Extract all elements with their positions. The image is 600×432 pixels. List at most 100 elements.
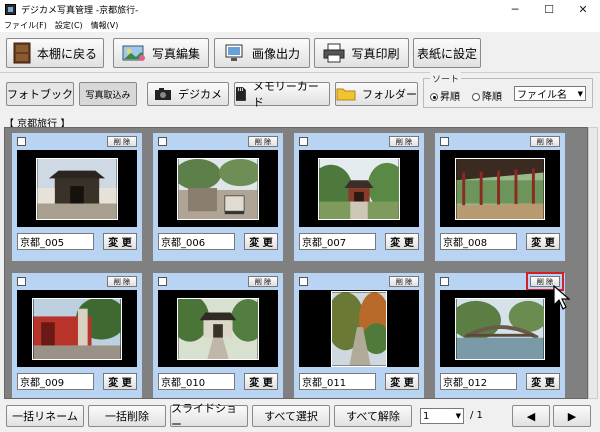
- delete-button[interactable]: 削 除: [107, 136, 137, 147]
- photo-name-field[interactable]: 京都_005: [17, 233, 94, 250]
- back-to-shelf-button[interactable]: 本棚に戻る: [6, 38, 104, 68]
- delete-button[interactable]: 削 除: [107, 276, 137, 287]
- bottom-toolbar: 一括リネーム 一括削除 スライドショー すべて選択 すべて解除 1 ▼ / 1 …: [0, 402, 600, 432]
- import-tab[interactable]: 写真取込み: [79, 82, 137, 106]
- main-toolbar: 本棚に戻る 写真編集 画像出力 写真印刷 表紙に設定: [0, 33, 600, 73]
- radio-selected-icon: [430, 93, 438, 101]
- photo-thumbnail[interactable]: [177, 297, 259, 360]
- photo-frame: [158, 290, 278, 367]
- photo-edit-label: 写真編集: [151, 46, 200, 61]
- photo-name-field[interactable]: 京都_010: [158, 373, 235, 390]
- photo-frame: [17, 290, 137, 367]
- sort-ascending-label: 昇順: [440, 92, 460, 103]
- rename-change-button[interactable]: 変 更: [103, 373, 137, 390]
- photo-card[interactable]: 削 除 京都_009 変 更: [12, 273, 142, 398]
- photo-thumbnail[interactable]: [331, 290, 387, 367]
- printer-icon: [323, 43, 345, 63]
- rename-change-button[interactable]: 変 更: [526, 233, 560, 250]
- sort-descending-radio[interactable]: 降順: [472, 88, 502, 103]
- bulk-delete-button[interactable]: 一括削除: [88, 405, 166, 427]
- next-page-button[interactable]: ▶: [553, 405, 591, 427]
- photo-checkbox[interactable]: [299, 137, 308, 146]
- delete-button[interactable]: 削 除: [530, 136, 560, 147]
- photo-checkbox[interactable]: [17, 277, 26, 286]
- set-cover-button[interactable]: 表紙に設定: [413, 38, 481, 68]
- chevron-down-icon: ▼: [577, 89, 583, 98]
- photo-frame: [17, 150, 137, 227]
- digital-camera-button[interactable]: デジカメ: [147, 82, 229, 106]
- photo-name-field[interactable]: 京都_007: [299, 233, 376, 250]
- rename-change-button[interactable]: 変 更: [244, 233, 278, 250]
- delete-button[interactable]: 削 除: [248, 276, 278, 287]
- vertical-scrollbar[interactable]: [588, 127, 598, 399]
- photo-card[interactable]: 削 除 京都_010 変 更: [153, 273, 283, 398]
- photo-name-field[interactable]: 京都_009: [17, 373, 94, 390]
- photo-checkbox[interactable]: [440, 277, 449, 286]
- photo-checkbox[interactable]: [17, 137, 26, 146]
- photo-card[interactable]: 削 除 京都_005 変 更: [12, 133, 142, 261]
- sort-key-select[interactable]: ファイル名 ▼: [514, 86, 586, 101]
- photo-frame: [440, 150, 560, 227]
- photo-card[interactable]: 削 除 京都_008 変 更: [435, 133, 565, 261]
- image-output-button[interactable]: 画像出力: [214, 38, 310, 68]
- photo-frame: [299, 290, 419, 367]
- photobook-tab[interactable]: フォトブック: [6, 82, 74, 106]
- photo-checkbox[interactable]: [299, 277, 308, 286]
- delete-button[interactable]: 削 除: [389, 136, 419, 147]
- photo-card[interactable]: 削 除 京都_007 変 更: [294, 133, 424, 261]
- menu-bar: ファイル(F) 設定(C) 情報(V): [0, 18, 600, 32]
- photo-name-field[interactable]: 京都_011: [299, 373, 376, 390]
- sort-ascending-radio[interactable]: 昇順: [430, 88, 460, 103]
- rename-change-button[interactable]: 変 更: [385, 373, 419, 390]
- photo-thumbnail[interactable]: [455, 297, 545, 360]
- rename-change-button[interactable]: 変 更: [103, 233, 137, 250]
- slideshow-button[interactable]: スライドショー: [170, 402, 248, 431]
- radio-unselected-icon: [472, 93, 480, 101]
- photo-name-field[interactable]: 京都_008: [440, 233, 517, 250]
- close-button[interactable]: ✕: [566, 0, 600, 18]
- photo-thumbnail[interactable]: [177, 157, 259, 220]
- menu-info[interactable]: 情報(V): [91, 20, 119, 31]
- rename-change-button[interactable]: 変 更: [526, 373, 560, 390]
- delete-button[interactable]: 削 除: [389, 276, 419, 287]
- chevron-down-icon: ▼: [455, 412, 461, 420]
- title-bar: デジカメ写真管理 -京都旅行- ─ ☐ ✕: [0, 0, 600, 18]
- delete-button[interactable]: 削 除: [248, 136, 278, 147]
- back-to-shelf-label: 本棚に戻る: [36, 46, 97, 61]
- photo-checkbox[interactable]: [158, 137, 167, 146]
- photo-name-field[interactable]: 京都_012: [440, 373, 517, 390]
- digital-camera-label: デジカメ: [178, 88, 222, 101]
- photo-edit-icon: [122, 45, 145, 61]
- bulk-rename-button[interactable]: 一括リネーム: [6, 405, 84, 427]
- menu-file[interactable]: ファイル(F): [4, 20, 47, 31]
- photo-thumbnail[interactable]: [455, 157, 545, 220]
- photo-card[interactable]: 削 除 京都_006 変 更: [153, 133, 283, 261]
- memory-card-button[interactable]: メモリーカード: [234, 80, 330, 109]
- maximize-button[interactable]: ☐: [532, 0, 566, 18]
- photo-checkbox[interactable]: [158, 277, 167, 286]
- photo-thumbnail[interactable]: [32, 297, 122, 360]
- sort-group: ソート 昇順 降順 ファイル名 ▼: [423, 72, 593, 108]
- folder-icon: [336, 88, 356, 101]
- photo-card[interactable]: 削 除 京都_012 変 更: [435, 272, 565, 398]
- folder-button[interactable]: フォルダー: [335, 82, 418, 106]
- photo-name-field[interactable]: 京都_006: [158, 233, 235, 250]
- rename-change-button[interactable]: 変 更: [385, 233, 419, 250]
- deselect-all-button[interactable]: すべて解除: [334, 405, 412, 427]
- select-all-button[interactable]: すべて選択: [252, 405, 330, 427]
- photo-print-button[interactable]: 写真印刷: [314, 38, 409, 68]
- photo-thumbnail[interactable]: [36, 157, 118, 220]
- camera-icon: [155, 88, 171, 100]
- photo-checkbox[interactable]: [440, 137, 449, 146]
- photo-edit-button[interactable]: 写真編集: [113, 38, 209, 68]
- minimize-button[interactable]: ─: [498, 0, 532, 18]
- photo-frame: [299, 150, 419, 227]
- monitor-output-icon: [225, 44, 243, 61]
- photo-thumbnail[interactable]: [318, 157, 400, 220]
- menu-settings[interactable]: 設定(C): [55, 20, 83, 31]
- sort-label: ソート: [430, 72, 462, 85]
- page-select[interactable]: 1 ▼: [420, 408, 464, 424]
- rename-change-button[interactable]: 変 更: [244, 373, 278, 390]
- prev-page-button[interactable]: ◀: [512, 405, 550, 427]
- photo-card[interactable]: 削 除 京都_011 変 更: [294, 273, 424, 398]
